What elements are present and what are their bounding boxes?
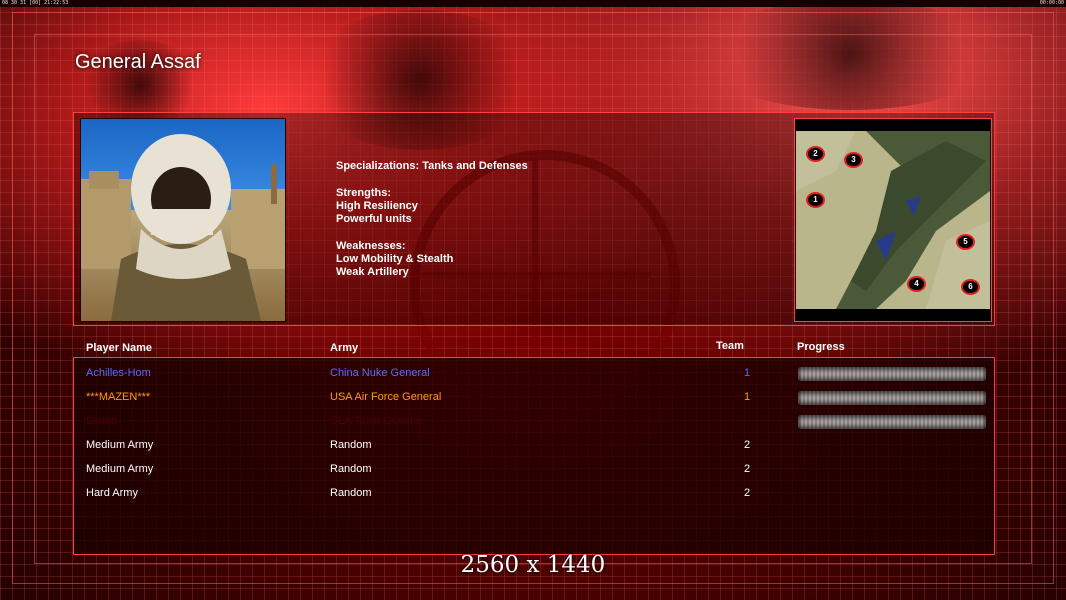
weakness-item: Weak Artillery — [336, 266, 409, 278]
start-position-marker[interactable]: 2 — [806, 146, 825, 162]
strength-item: Powerful units — [336, 213, 412, 225]
player-name: Medium Army — [86, 439, 154, 451]
player-name: Sultan — [86, 415, 118, 427]
start-position-marker[interactable]: 4 — [907, 276, 926, 292]
player-army: GLA Toxin General — [330, 415, 423, 427]
status-bar: 08 30 31 [00] 21:22:53 00:00:00 — [0, 0, 1066, 7]
player-name: Hard Army — [86, 487, 138, 499]
general-description: Specializations: Tanks and Defenses Stre… — [336, 160, 528, 279]
start-position-marker[interactable]: 5 — [956, 234, 975, 250]
loading-progress-bar — [798, 415, 986, 429]
player-team: 2 — [744, 439, 751, 451]
player-row: Hard Army Random 2 — [86, 487, 986, 507]
player-team: 2 — [744, 463, 751, 475]
start-position-marker[interactable]: 6 — [961, 279, 980, 295]
loading-progress-bar — [798, 391, 986, 405]
general-title: General Assaf — [75, 51, 201, 73]
column-header-progress: Progress — [797, 341, 845, 353]
status-left: 08 30 31 [00] 21:22:53 — [2, 0, 69, 6]
player-army: USA Air Force General — [330, 391, 442, 403]
weaknesses-title: Weaknesses: — [336, 240, 406, 252]
resolution-label: 2560 x 1440 — [460, 552, 606, 578]
column-header-army: Army — [330, 342, 359, 354]
column-header-player-name: Player Name — [86, 342, 153, 354]
strengths-title: Strengths: — [336, 187, 391, 199]
player-row: ***MAZEN*** USA Air Force General 1 — [86, 391, 986, 411]
player-army: Random — [330, 463, 372, 475]
map-preview[interactable]: 2 3 1 5 4 6 — [794, 118, 992, 322]
player-team: 1 — [744, 391, 751, 403]
map-terrain — [796, 131, 990, 309]
status-right: 00:00:00 — [1039, 0, 1064, 6]
player-army: Random — [330, 439, 372, 451]
start-position-marker[interactable]: 3 — [844, 152, 863, 168]
player-team: 2 — [744, 487, 751, 499]
player-team: 1 — [744, 367, 751, 379]
player-name: Medium Army — [86, 463, 154, 475]
general-portrait — [80, 118, 286, 322]
player-row: Medium Army Random 2 — [86, 439, 986, 459]
player-row: Medium Army Random 2 — [86, 463, 986, 483]
player-row: Sultan GLA Toxin General — [86, 415, 986, 435]
strength-item: High Resiliency — [336, 200, 418, 212]
column-header-team: Team — [716, 340, 744, 352]
player-army: China Nuke General — [330, 367, 430, 379]
player-name: Achilles-Hom — [86, 367, 151, 379]
loading-progress-bar — [798, 367, 986, 381]
specializations-text: Specializations: Tanks and Defenses — [336, 160, 528, 172]
player-army: Random — [330, 487, 372, 499]
start-position-marker[interactable]: 1 — [806, 192, 825, 208]
player-row: Achilles-Hom China Nuke General 1 — [86, 367, 986, 387]
player-name: ***MAZEN*** — [86, 391, 151, 403]
weakness-item: Low Mobility & Stealth — [336, 253, 454, 265]
